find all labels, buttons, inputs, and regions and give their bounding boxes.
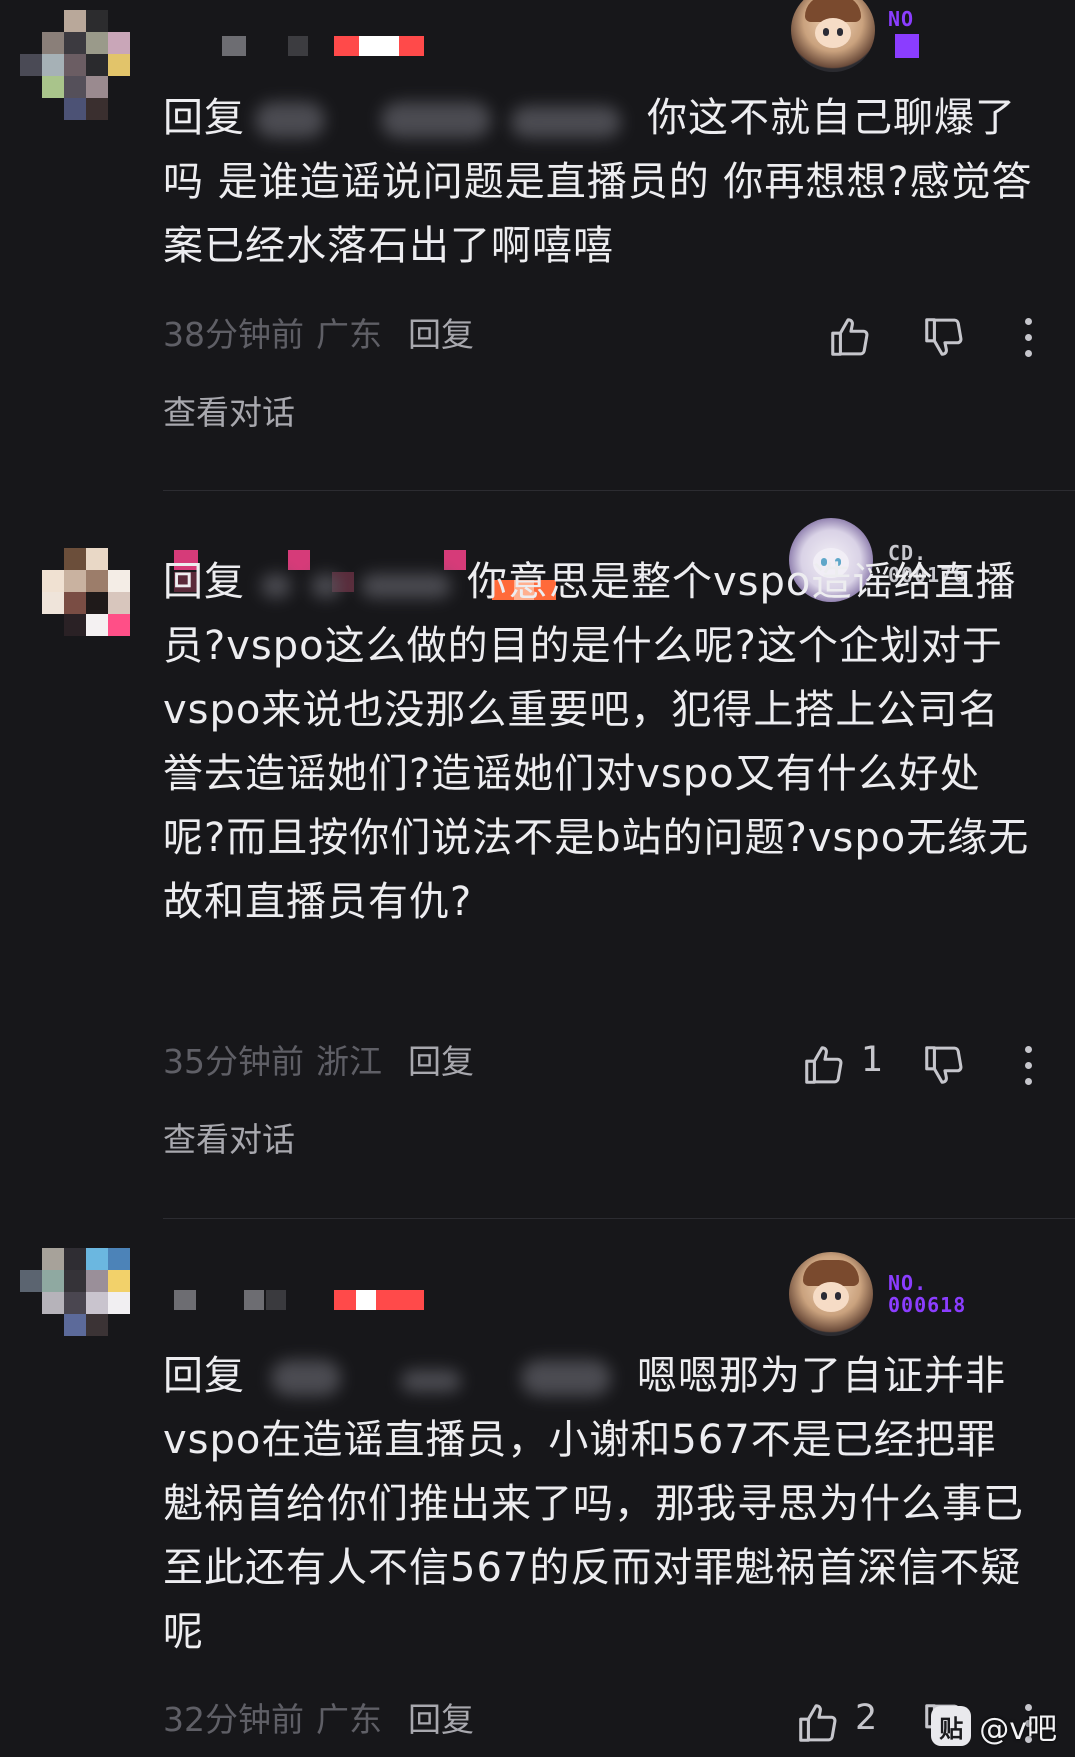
tieba-logo-icon: 贴: [931, 1706, 972, 1746]
comment-text: 回复 你这不就自己聊爆了吗 是谁造谣说问题是直播员的 你再想想?感觉答案已经水落…: [163, 86, 1033, 278]
comment-2: CD. 000176 回复 你意思是整个vspo造谣给直播员?vspo这么做的目…: [0, 490, 1075, 1219]
dislike-button[interactable]: [921, 314, 967, 364]
comment-location: 广东: [316, 1700, 382, 1739]
reply-prefix: 回复: [163, 1353, 245, 1399]
comment-actions: 1: [775, 1034, 1075, 1094]
comment-1: NO 回复 你这不就自己聊爆了吗 是谁造谣说问题是直播员的 你再想想?感觉答案已…: [0, 0, 1075, 491]
fan-medal-badge: NO. 000618: [888, 1271, 967, 1317]
reply-prefix: 回复: [163, 95, 245, 141]
user-avatar[interactable]: [20, 548, 132, 660]
comment-location: 浙江: [316, 1042, 382, 1081]
reply-button[interactable]: 回复: [408, 1700, 474, 1739]
reply-button[interactable]: 回复: [408, 315, 474, 354]
thumb-up-icon: [799, 1704, 837, 1742]
like-button[interactable]: [801, 1042, 847, 1092]
comment-time: 38分钟前: [163, 315, 304, 354]
user-avatar[interactable]: [20, 10, 132, 122]
badge-square-icon: [895, 34, 919, 58]
comment-meta: 38分钟前 广东 回复: [163, 315, 474, 355]
comment-body: 你意思是整个vspo造谣给直播员?vspo这么做的目的是什么呢?这个企划对于vs…: [163, 559, 1030, 925]
like-button[interactable]: [795, 1700, 841, 1750]
comment-3: NO. 000618 回复 嗯嗯那为了自证并非vspo在造谣直播员，小谢和567…: [0, 1218, 1075, 1757]
comment-location: 广东: [316, 315, 382, 354]
reply-prefix: 回复: [163, 559, 245, 605]
like-count: 2: [855, 1698, 878, 1738]
thumb-up-icon: [831, 318, 869, 356]
like-button[interactable]: [827, 314, 873, 364]
username-blurred[interactable]: [174, 32, 594, 92]
watermark: 贴 @v吧: [931, 1703, 1057, 1749]
watermark-text: @v吧: [979, 1712, 1057, 1747]
more-icon[interactable]: [1025, 1046, 1033, 1086]
blurred-mention: [251, 562, 461, 606]
comment-actions: [775, 306, 1075, 366]
more-icon[interactable]: [1025, 318, 1033, 358]
dislike-button[interactable]: [921, 1042, 967, 1092]
thumb-down-icon: [925, 318, 963, 356]
blurred-mention: [251, 98, 641, 142]
comment-text: 回复 嗯嗯那为了自证并非vspo在造谣直播员，小谢和567不是已经把罪魁祸首给你…: [163, 1344, 1033, 1664]
user-avatar[interactable]: [20, 1248, 132, 1360]
fan-medal-badge: NO: [888, 7, 915, 31]
comment-text: 回复 你意思是整个vspo造谣给直播员?vspo这么做的目的是什么呢?这个企划对…: [163, 550, 1033, 934]
blurred-mention: [251, 1356, 631, 1400]
comment-meta: 32分钟前 广东 回复: [163, 1700, 474, 1740]
thumb-down-icon: [925, 1046, 963, 1084]
username-blurred[interactable]: [174, 1290, 594, 1350]
fan-medal-avatar[interactable]: [785, 0, 881, 78]
comment-meta: 35分钟前 浙江 回复: [163, 1042, 474, 1082]
thumb-up-icon: [805, 1046, 843, 1084]
comment-time: 32分钟前: [163, 1700, 304, 1739]
fan-medal-avatar[interactable]: [783, 1246, 879, 1342]
comment-time: 35分钟前: [163, 1042, 304, 1081]
reply-button[interactable]: 回复: [408, 1042, 474, 1081]
like-count: 1: [861, 1040, 884, 1080]
view-conversation-link[interactable]: 查看对话: [163, 393, 295, 433]
view-conversation-link[interactable]: 查看对话: [163, 1120, 295, 1160]
